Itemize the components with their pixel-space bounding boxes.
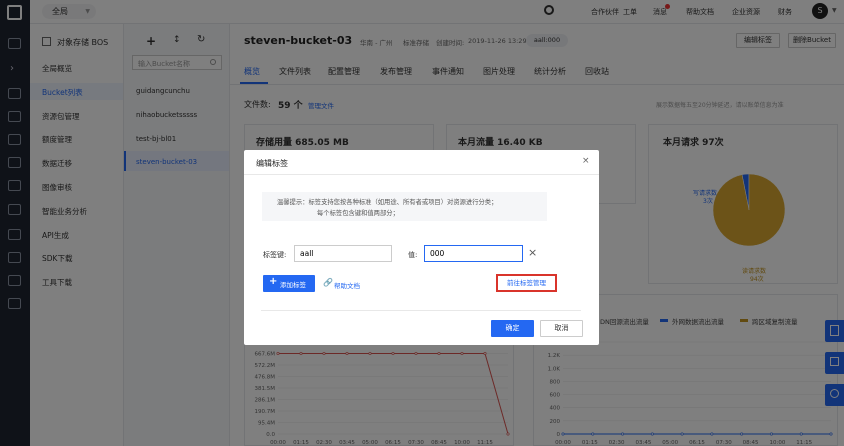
dialog-header-divider	[244, 174, 599, 175]
help-docs-link[interactable]: 帮助文档	[334, 280, 360, 290]
add-tag-label: 添加标签	[280, 281, 306, 289]
tip-line-1: 温馨提示：标签支持您按各种标准（如用途、所有者或项目）对资源进行分类；	[277, 199, 498, 206]
confirm-button[interactable]: 确定	[491, 320, 534, 337]
cancel-button[interactable]: 取消	[540, 320, 583, 337]
dialog-title: 编辑标签	[256, 159, 288, 168]
tag-key-label: 标签键:	[263, 251, 287, 259]
tip-line-2: 每个标签包含键和值两部分；	[317, 210, 399, 217]
edit-tags-dialog: 编辑标签 × 温馨提示：标签支持您按各种标准（如用途、所有者或项目）对资源进行分…	[244, 150, 599, 345]
tag-value-label: 值:	[408, 251, 418, 259]
dialog-footer-divider	[261, 310, 581, 311]
tag-value-input[interactable]: 000	[424, 245, 523, 262]
tip-box: 温馨提示：标签支持您按各种标准（如用途、所有者或项目）对资源进行分类； 每个标签…	[262, 192, 547, 221]
tag-key-input[interactable]: aall	[294, 245, 392, 262]
link-icon: 🔗	[323, 278, 333, 287]
goto-tag-management-button[interactable]: 前往标签管理	[496, 274, 557, 292]
add-tag-button[interactable]: + 添加标签	[263, 275, 315, 292]
close-icon[interactable]: ×	[582, 156, 590, 166]
remove-tag-icon[interactable]: ×	[528, 246, 537, 259]
plus-icon: +	[269, 276, 278, 287]
